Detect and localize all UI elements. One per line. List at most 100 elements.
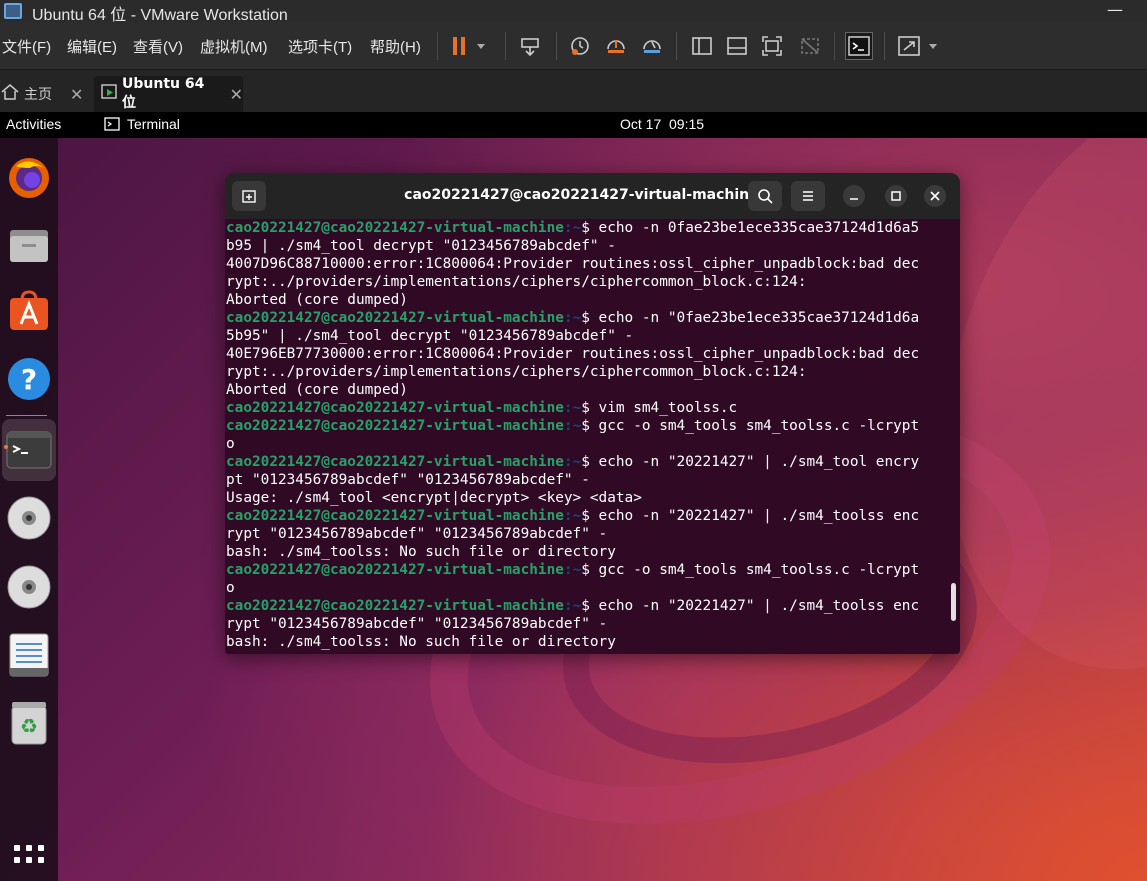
minimize-window-button[interactable]: [843, 185, 865, 207]
terminal-line: cao20221427@cao20221427-virtual-machine:…: [226, 453, 960, 471]
svg-text:♻: ♻: [20, 714, 38, 738]
output-text: 4007D96C88710000:error:1C800064:Provider…: [226, 256, 920, 272]
unity-mode-icon[interactable]: [796, 32, 824, 60]
menu-tabs[interactable]: 选项卡(T): [288, 36, 352, 57]
output-text: o: [226, 436, 235, 452]
prompt-user: cao20221427@cao20221427-virtual-machine: [226, 508, 564, 524]
app-center-icon[interactable]: [0, 280, 58, 342]
revert-snapshot-icon[interactable]: [602, 32, 630, 60]
terminal-line: b95 | ./sm4_tool decrypt "0123456789abcd…: [226, 237, 960, 255]
terminal-line: cao20221427@cao20221427-virtual-machine:…: [226, 417, 960, 435]
terminal-line: Aborted (core dumped): [226, 291, 960, 309]
ubuntu-dock: ? ♻: [0, 138, 58, 881]
output-text: rypt:../providers/implementations/cipher…: [226, 364, 807, 380]
send-ctrl-alt-del-icon[interactable]: [516, 32, 544, 60]
pause-icon[interactable]: [448, 32, 488, 60]
toolbar-separator: [676, 32, 677, 60]
toolbar-separator: [556, 32, 557, 60]
tab-home[interactable]: 主页 ✕: [0, 76, 88, 112]
output-text: Aborted (core dumped): [226, 382, 408, 398]
terminal-line: rypt:../providers/implementations/cipher…: [226, 363, 960, 381]
hamburger-menu-button[interactable]: [791, 181, 825, 211]
snapshot-manager-icon[interactable]: [638, 32, 666, 60]
command-text: $ echo -n "0fae23be1ece335cae37124d1d6a: [581, 310, 920, 326]
tab-ubuntu[interactable]: Ubuntu 64 位 ✕: [94, 76, 243, 112]
search-icon: [758, 189, 773, 204]
menu-file[interactable]: 文件(F): [2, 36, 51, 57]
prompt-user: cao20221427@cao20221427-virtual-machine: [226, 562, 564, 578]
dock-separator: [6, 415, 47, 416]
dvd-icon[interactable]: [0, 487, 58, 549]
text-editor-icon[interactable]: [0, 624, 58, 686]
close-tab-home-button[interactable]: ✕: [70, 85, 83, 104]
prompt-path: :~: [563, 400, 582, 416]
activities-button[interactable]: Activities: [6, 116, 61, 132]
terminal-line: cao20221427@cao20221427-virtual-machine:…: [226, 561, 960, 579]
prompt-path: :~: [563, 220, 582, 236]
ubuntu-top-bar: Activities Terminal Oct 17 09:15: [0, 112, 1147, 138]
output-text: pt "0123456789abcdef" "0123456789abcdef"…: [226, 472, 590, 488]
vmware-menu-bar: 文件(F) 编辑(E) 查看(V) 虚拟机(M) 选项卡(T) 帮助(H): [0, 22, 1147, 70]
terminal-line: cao20221427@cao20221427-virtual-machine:…: [226, 597, 960, 615]
output-text: bash: ./sm4_toolss: No such file or dire…: [226, 544, 616, 560]
terminal-output[interactable]: cao20221427@cao20221427-virtual-machine:…: [225, 219, 960, 654]
home-icon: [0, 83, 20, 105]
vmware-logo-icon: [4, 3, 22, 19]
terminal-window[interactable]: cao20221427@cao20221427-virtual-machine:…: [225, 173, 960, 654]
close-window-button[interactable]: [924, 185, 946, 207]
output-text: 5b95" | ./sm4_tool decrypt "0123456789ab…: [226, 328, 634, 344]
prompt-path: :~: [563, 310, 582, 326]
full-screen-icon[interactable]: [758, 32, 786, 60]
minimize-button[interactable]: —: [1105, 0, 1125, 20]
menu-view[interactable]: 查看(V): [133, 36, 183, 57]
search-button[interactable]: [748, 181, 782, 211]
terminal-line: rypt:../providers/implementations/cipher…: [226, 273, 960, 291]
dvd-icon[interactable]: [0, 556, 58, 618]
prompt-user: cao20221427@cao20221427-virtual-machine: [226, 220, 564, 236]
menu-vm[interactable]: 虚拟机(M): [200, 36, 268, 57]
prompt-path: :~: [563, 508, 582, 524]
output-text: o: [226, 580, 235, 596]
maximize-icon: [891, 191, 901, 201]
show-apps-icon[interactable]: [0, 840, 58, 880]
prompt-user: cao20221427@cao20221427-virtual-machine: [226, 418, 564, 434]
maximize-window-button[interactable]: [885, 185, 907, 207]
firefox-icon[interactable]: [0, 146, 58, 208]
close-tab-ubuntu-button[interactable]: ✕: [230, 85, 243, 104]
output-text: rypt:../providers/implementations/cipher…: [226, 274, 807, 290]
terminal-line: 40E796EB77730000:error:1C800064:Provider…: [226, 345, 960, 363]
tab-ubuntu-label: Ubuntu 64 位: [122, 76, 205, 111]
sidebar-toggle-icon[interactable]: [688, 32, 716, 60]
app-menu-label[interactable]: Terminal: [127, 116, 180, 132]
clock[interactable]: Oct 17 09:15: [620, 116, 704, 132]
trash-icon[interactable]: ♻: [0, 692, 58, 754]
toolbar-separator: [884, 32, 885, 60]
terminal-line: o: [226, 579, 960, 597]
prompt-path: :~: [563, 562, 582, 578]
terminal-line: bash: ./sm4_toolss: No such file or dire…: [226, 633, 960, 651]
terminal-line: Aborted (core dumped): [226, 381, 960, 399]
tab-home-label: 主页: [24, 87, 52, 103]
output-text: rypt "0123456789abcdef" "0123456789abcde…: [226, 616, 608, 632]
command-text: $ gcc -o sm4_tools sm4_toolss.c -lcrypt: [581, 562, 920, 578]
snapshot-icon[interactable]: [566, 32, 594, 60]
command-text: $ vim sm4_toolss.c: [581, 400, 738, 416]
terminal-icon[interactable]: [2, 419, 56, 481]
help-icon[interactable]: ?: [0, 348, 58, 410]
menu-help[interactable]: 帮助(H): [370, 36, 421, 57]
prompt-path: :~: [563, 598, 582, 614]
terminal-header-bar[interactable]: cao20221427@cao20221427-virtual-machine:…: [225, 173, 960, 219]
minimize-icon: [850, 198, 858, 200]
thumbnail-bar-icon[interactable]: [723, 32, 751, 60]
files-icon[interactable]: [0, 214, 58, 276]
prompt-user: cao20221427@cao20221427-virtual-machine: [226, 310, 564, 326]
console-view-icon[interactable]: [845, 32, 873, 60]
terminal-line: cao20221427@cao20221427-virtual-machine:…: [226, 219, 960, 237]
stretch-guest-icon[interactable]: [896, 32, 942, 60]
terminal-line: cao20221427@cao20221427-virtual-machine:…: [226, 309, 960, 327]
menu-edit[interactable]: 编辑(E): [67, 36, 117, 57]
vmware-title-bar: Ubuntu 64 位 - VMware Workstation —: [0, 0, 1147, 24]
terminal-scrollbar[interactable]: [951, 583, 956, 621]
svg-text:?: ?: [21, 363, 37, 396]
toolbar-separator: [834, 32, 835, 60]
